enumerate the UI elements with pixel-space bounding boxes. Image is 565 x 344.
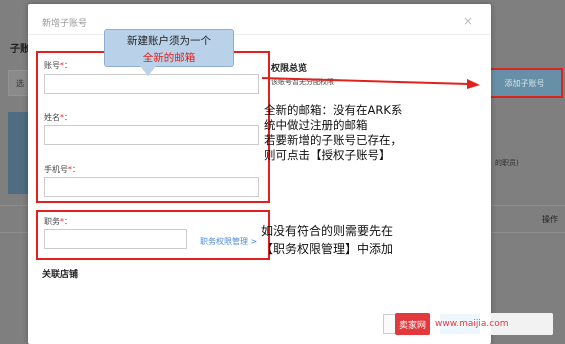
annotation-callout: 新建账户须为一个 全新的邮箱 <box>104 29 234 67</box>
watermark-badge: 卖家网 <box>395 313 431 335</box>
watermark-url: www.maijia.com <box>435 319 509 329</box>
add-sub-account-button[interactable]: 添加子账号 <box>486 68 563 98</box>
callout-tail <box>140 66 156 76</box>
background-note: 的职员) <box>495 159 519 167</box>
associated-store-label: 关联店铺 <box>42 270 79 280</box>
callout-highlight-text: 全新的邮箱 <box>142 52 196 64</box>
position-highlight-box <box>36 210 270 260</box>
background-title: 子账 <box>10 44 30 55</box>
close-icon[interactable]: × <box>463 14 473 28</box>
site-watermark: 卖家网 www.maijia.com <box>395 313 553 335</box>
permission-overview-subtitle: 该账号暂无分配权限 <box>271 78 334 86</box>
modal-header-divider <box>28 34 491 35</box>
permission-overview-title: 权限总览 <box>271 64 308 74</box>
background-filter-text: 选 <box>16 79 24 88</box>
modal-title: 新增子账号 <box>42 19 88 29</box>
email-annotation-note: 全新的邮箱：没有在ARK系 统中做过注册的邮箱 若要新增的子账号已存在， 则可点… <box>264 103 403 162</box>
background-operations-header: 操作 <box>542 215 558 224</box>
callout-text: 新建账户须为一个 <box>127 35 211 47</box>
position-annotation-note: 如没有符合的则需要先在 【职务权限管理】中添加 <box>261 224 394 256</box>
